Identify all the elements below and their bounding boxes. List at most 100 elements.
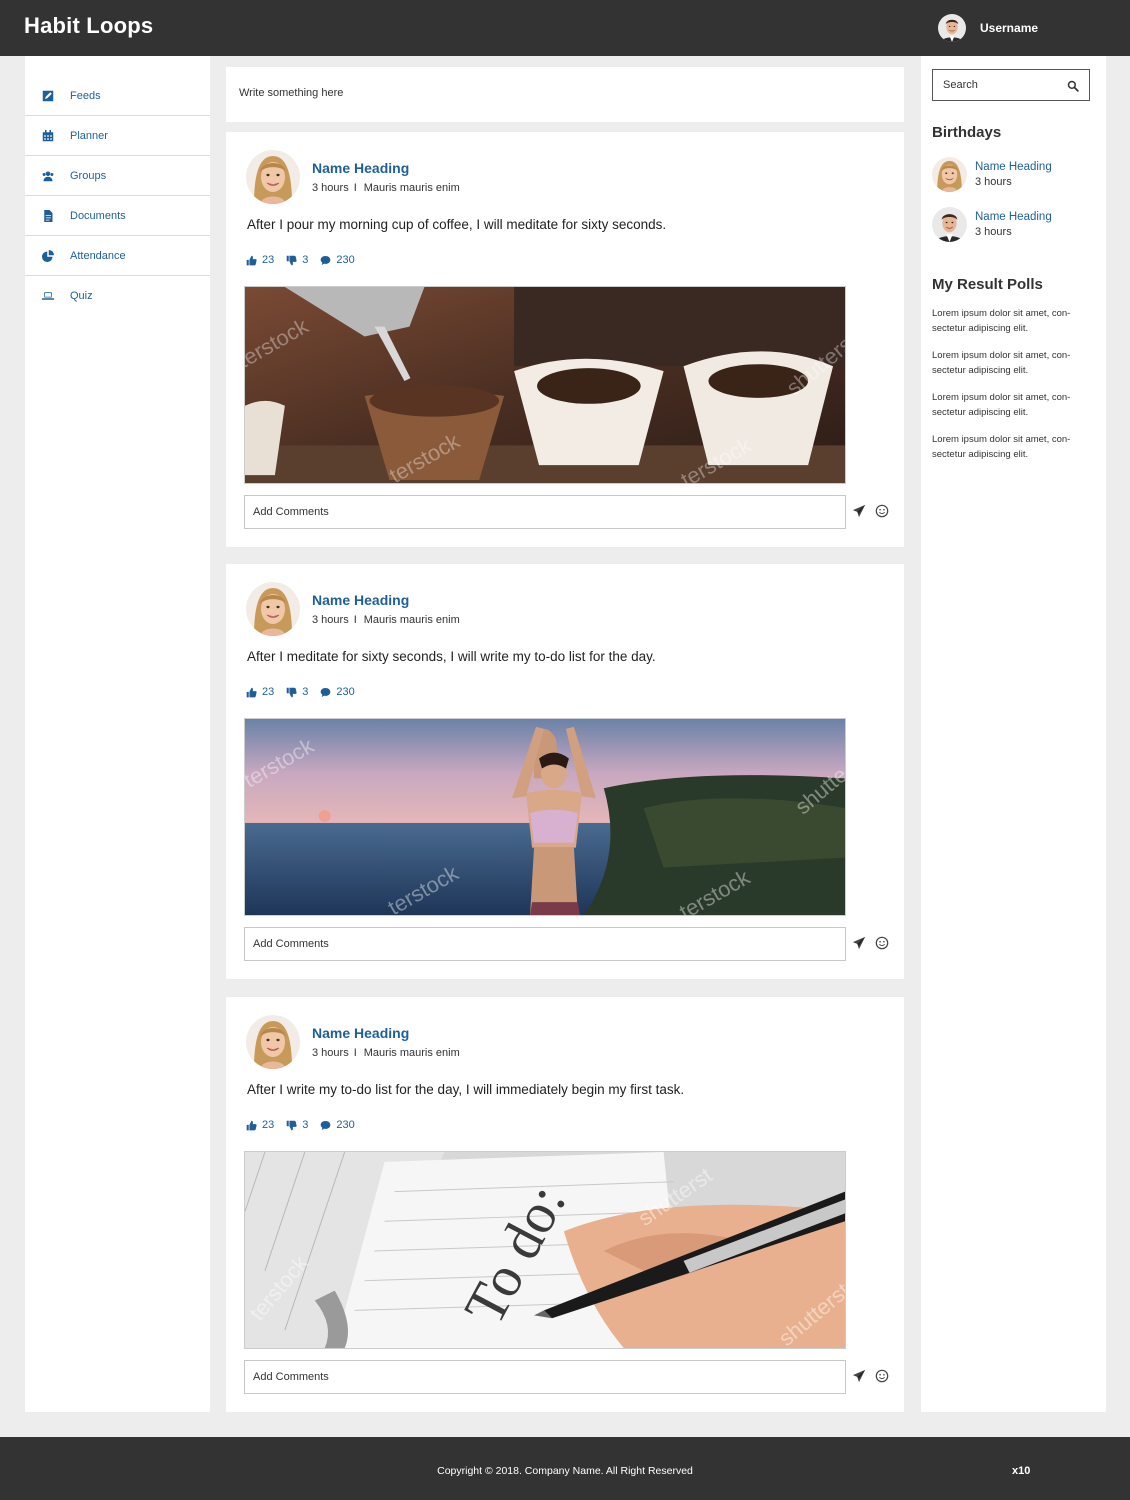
dislike-count: 3 xyxy=(302,686,309,698)
thumbs-up-icon xyxy=(246,255,257,266)
comment-box xyxy=(244,495,846,529)
like-button[interactable]: 23 xyxy=(246,254,274,266)
author-avatar[interactable] xyxy=(246,150,300,204)
author-name[interactable]: Name Heading xyxy=(312,592,409,608)
author-avatar[interactable] xyxy=(246,1015,300,1069)
search-box xyxy=(932,69,1090,101)
birthday-avatar[interactable] xyxy=(932,207,967,242)
poll-item[interactable]: Lorem ipsum dolor sit amet, con-sectetur… xyxy=(932,306,1092,336)
meta-separator: I xyxy=(353,614,357,626)
author-name[interactable]: Name Heading xyxy=(312,160,409,176)
like-count: 23 xyxy=(262,1119,275,1131)
post-text: After I pour my morning cup of coffee, I… xyxy=(247,217,667,232)
post-composer xyxy=(226,67,904,122)
meta-separator: I xyxy=(353,1047,357,1059)
like-button[interactable]: 23 xyxy=(246,1119,274,1131)
comment-input[interactable] xyxy=(253,506,833,518)
top-header: Habit Loops Username xyxy=(0,0,1130,56)
pie-chart-icon xyxy=(41,249,54,262)
sidebar-item-attendance[interactable]: Attendance xyxy=(25,236,210,276)
user-menu[interactable]: Username xyxy=(938,14,1038,42)
calendar-icon xyxy=(41,129,54,142)
send-icon[interactable] xyxy=(852,936,866,950)
dislike-button[interactable]: 3 xyxy=(286,1119,308,1131)
users-icon xyxy=(41,169,54,182)
sidebar-item-label: Feeds xyxy=(70,89,101,102)
smiley-icon[interactable] xyxy=(875,1369,889,1383)
laptop-icon xyxy=(41,290,54,303)
thumbs-down-icon xyxy=(286,687,297,698)
birthday-name[interactable]: Name Heading xyxy=(975,210,1052,225)
comment-count: 230 xyxy=(336,254,355,266)
sidebar-item-quiz[interactable]: Quiz xyxy=(25,276,210,316)
birthday-item[interactable]: Name Heading 3 hours xyxy=(932,157,1052,192)
username-label[interactable]: Username xyxy=(980,21,1038,35)
birthday-time: 3 hours xyxy=(975,175,1012,188)
thumbs-down-icon xyxy=(286,1120,297,1131)
dislike-count: 3 xyxy=(302,254,309,266)
comment-box xyxy=(244,1360,846,1394)
comment-count: 230 xyxy=(336,686,355,698)
smiley-icon[interactable] xyxy=(875,936,889,950)
like-button[interactable]: 23 xyxy=(246,686,274,698)
comment-box xyxy=(244,927,846,961)
post-stats: 23 3 230 xyxy=(246,1119,367,1131)
comment-icon xyxy=(320,1120,331,1131)
comment-input[interactable] xyxy=(253,1371,833,1383)
sidebar-item-groups[interactable]: Groups xyxy=(25,156,210,196)
dislike-button[interactable]: 3 xyxy=(286,686,308,698)
thumbs-up-icon xyxy=(246,1120,257,1131)
post-subtitle: Mauris mauris enim xyxy=(363,182,460,194)
post-text: After I write my to-do list for the day,… xyxy=(247,1082,685,1097)
sidebar-item-planner[interactable]: Planner xyxy=(25,116,210,156)
poll-item[interactable]: Lorem ipsum dolor sit amet, con-sectetur… xyxy=(932,432,1092,462)
post-stats: 23 3 230 xyxy=(246,686,367,698)
birthday-item[interactable]: Name Heading 3 hours xyxy=(932,207,1052,242)
send-icon[interactable] xyxy=(852,1369,866,1383)
birthday-name[interactable]: Name Heading xyxy=(975,160,1052,175)
coffee-pour-over-photo[interactable]: terstock terstock terstock shutters xyxy=(244,286,846,484)
author-name[interactable]: Name Heading xyxy=(312,1025,409,1041)
dislike-count: 3 xyxy=(302,1119,309,1131)
poll-item[interactable]: Lorem ipsum dolor sit amet, con-sectetur… xyxy=(932,390,1092,420)
send-icon[interactable] xyxy=(852,504,866,518)
dislike-button[interactable]: 3 xyxy=(286,254,308,266)
left-sidebar-nav: Feeds Planner Groups Documents Attendanc… xyxy=(25,56,210,1412)
sidebar-item-documents[interactable]: Documents xyxy=(25,196,210,236)
yoga-by-sea-photo[interactable]: terstock terstock terstock shutte xyxy=(244,718,846,916)
sidebar-item-feeds[interactable]: Feeds xyxy=(25,76,210,116)
app-brand[interactable]: Habit Loops xyxy=(24,13,153,39)
search-input[interactable] xyxy=(943,79,1063,91)
copyright-text: Copyright © 2018. Company Name. All Righ… xyxy=(437,1465,693,1477)
comment-input[interactable] xyxy=(253,938,833,950)
post-meta: 3 hours I Mauris mauris enim xyxy=(312,1047,460,1059)
composer-input[interactable] xyxy=(239,87,879,99)
post-subtitle: Mauris mauris enim xyxy=(363,614,460,626)
poll-item[interactable]: Lorem ipsum dolor sit amet, con-sectetur… xyxy=(932,348,1092,378)
search-icon[interactable] xyxy=(1067,79,1079,92)
comment-count: 230 xyxy=(336,1119,355,1131)
feed-post: Name Heading 3 hours I Mauris mauris enim … xyxy=(226,564,904,979)
sidebar-item-label: Documents xyxy=(70,209,126,222)
sidebar-item-label: Groups xyxy=(70,169,107,182)
feed-post: Name Heading 3 hours I Mauris mauris enim … xyxy=(226,997,904,1412)
like-count: 23 xyxy=(262,254,275,266)
right-sidebar: Birthdays Name Heading 3 hours Name Head… xyxy=(921,56,1106,1412)
birthdays-title: Birthdays xyxy=(932,124,1002,141)
comment-count-button[interactable]: 230 xyxy=(320,686,355,698)
birthday-info: Name Heading 3 hours xyxy=(975,210,1052,240)
feed-post: Name Heading 3 hours I Mauris mauris enim … xyxy=(226,132,904,547)
post-subtitle: Mauris mauris enim xyxy=(363,1047,460,1059)
comment-count-button[interactable]: 230 xyxy=(320,254,355,266)
footer-brand-mark[interactable]: x10 xyxy=(1012,1465,1030,1477)
comment-icon xyxy=(320,687,331,698)
post-time: 3 hours xyxy=(312,1047,349,1059)
smiley-icon[interactable] xyxy=(875,504,889,518)
author-avatar[interactable] xyxy=(246,582,300,636)
to-do-notebook-photo[interactable]: To do: terstock shutterst shutterst xyxy=(244,1151,846,1349)
birthday-avatar[interactable] xyxy=(932,157,967,192)
post-text: After I meditate for sixty seconds, I wi… xyxy=(247,649,656,664)
comment-count-button[interactable]: 230 xyxy=(320,1119,355,1131)
thumbs-down-icon xyxy=(286,255,297,266)
user-avatar[interactable] xyxy=(938,14,966,42)
